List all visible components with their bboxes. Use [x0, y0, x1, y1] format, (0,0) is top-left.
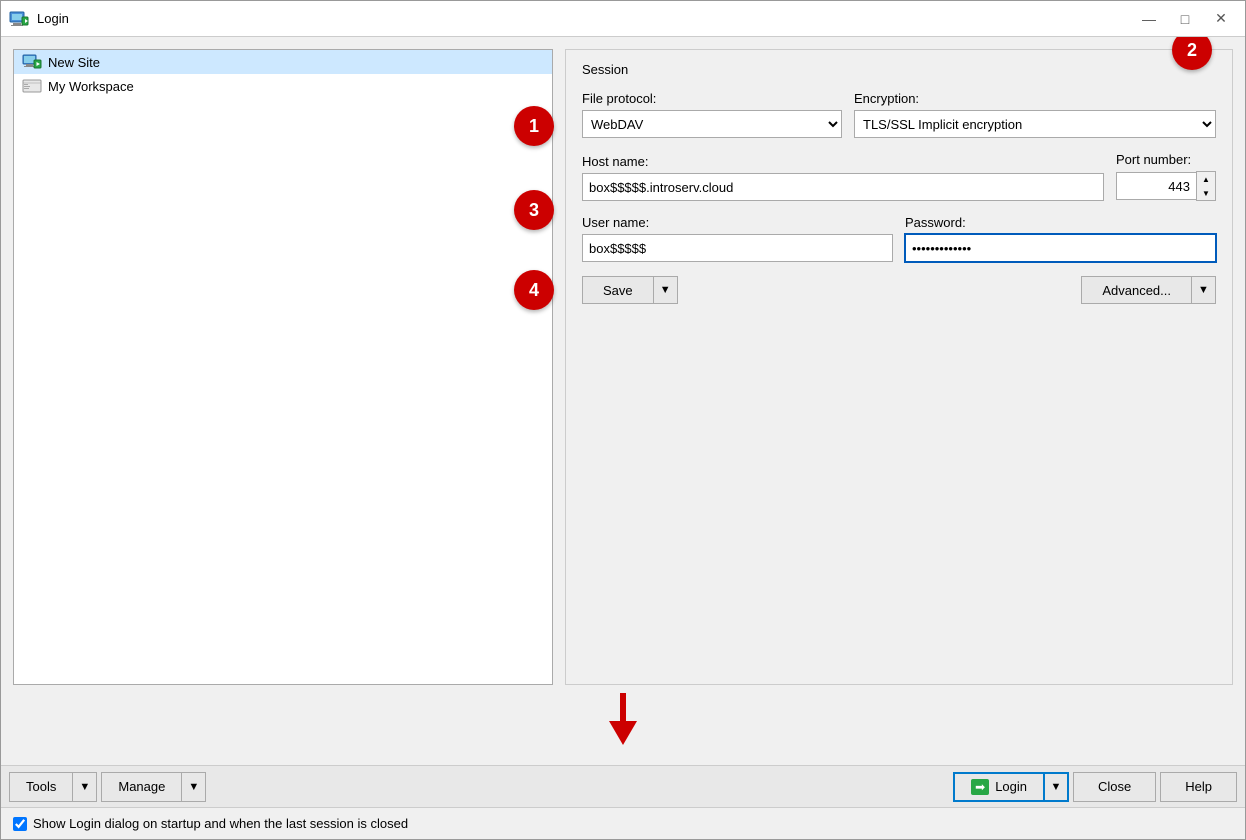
encryption-select[interactable]: TLS/SSL Implicit encryption No encryptio…: [854, 110, 1216, 138]
login-button[interactable]: ➡ Login: [953, 772, 1045, 802]
manage-dropdown-button[interactable]: ▼: [182, 772, 206, 802]
login-group: ➡ Login ▼: [953, 772, 1069, 802]
advanced-button[interactable]: Advanced...: [1081, 276, 1192, 304]
new-site-icon: [22, 54, 42, 70]
save-dropdown-button[interactable]: ▼: [654, 276, 678, 304]
advanced-dropdown-button[interactable]: ▼: [1192, 276, 1216, 304]
tools-group: Tools ▼: [9, 772, 97, 802]
upper-area: New Site My Workspace: [13, 49, 1233, 685]
manage-button[interactable]: Manage: [101, 772, 182, 802]
new-site-label: New Site: [48, 55, 100, 70]
password-input[interactable]: [905, 234, 1216, 262]
title-bar-left: Login: [9, 9, 69, 29]
arrow-area: [13, 693, 1233, 753]
window-title: Login: [37, 11, 69, 26]
port-spinners: ▲ ▼: [1196, 171, 1216, 201]
checkbox-bar: Show Login dialog on startup and when th…: [1, 807, 1245, 839]
main-content: New Site My Workspace: [1, 37, 1245, 765]
tree-item-my-workspace[interactable]: My Workspace: [14, 74, 552, 98]
host-name-label: Host name:: [582, 154, 1104, 169]
encryption-label: Encryption:: [854, 91, 1216, 106]
action-buttons-row: Save ▼ Advanced... ▼: [582, 276, 1216, 304]
advanced-btn-group: Advanced... ▼: [1081, 276, 1216, 304]
login-icon: ➡: [971, 779, 989, 795]
close-button[interactable]: Close: [1073, 772, 1156, 802]
my-workspace-label: My Workspace: [48, 79, 134, 94]
close-window-button[interactable]: ✕: [1205, 6, 1237, 32]
app-icon: [9, 9, 29, 29]
host-row: Host name: Port number: ▲ ▼: [582, 152, 1216, 201]
annotation-4: 4: [514, 270, 554, 310]
password-group: Password:: [905, 215, 1216, 262]
session-panel: 2 1 3 4 Session File proto: [565, 49, 1233, 685]
host-name-group: Host name:: [582, 154, 1104, 201]
encryption-group: Encryption: TLS/SSL Implicit encryption …: [854, 91, 1216, 138]
tree-item-new-site[interactable]: New Site: [14, 50, 552, 74]
arrow-head: [609, 721, 637, 745]
file-protocol-label: File protocol:: [582, 91, 842, 106]
user-name-input[interactable]: [582, 234, 893, 262]
file-protocol-select[interactable]: WebDAV FTP SFTP SCP S3: [582, 110, 842, 138]
credentials-row: User name: Password:: [582, 215, 1216, 262]
user-name-label: User name:: [582, 215, 893, 230]
port-input-wrapper: ▲ ▼: [1116, 171, 1216, 201]
site-tree-panel: New Site My Workspace: [13, 49, 553, 685]
login-dropdown-button[interactable]: ▼: [1045, 772, 1069, 802]
user-name-group: User name:: [582, 215, 893, 262]
show-login-dialog-checkbox[interactable]: [13, 817, 27, 831]
show-login-dialog-label: Show Login dialog on startup and when th…: [33, 816, 408, 831]
password-label: Password:: [905, 215, 1216, 230]
tools-button[interactable]: Tools: [9, 772, 73, 802]
bottom-toolbar: Tools ▼ Manage ▼ ➡ Login ▼ Close Help: [1, 765, 1245, 807]
port-number-group: Port number: ▲ ▼: [1116, 152, 1216, 201]
annotation-3: 3: [514, 190, 554, 230]
workspace-icon: [22, 78, 42, 94]
session-title: Session: [582, 62, 1216, 77]
save-button[interactable]: Save: [582, 276, 654, 304]
manage-group: Manage ▼: [101, 772, 206, 802]
minimize-button[interactable]: —: [1133, 6, 1165, 32]
window-controls: — □ ✕: [1133, 6, 1237, 32]
port-decrement-button[interactable]: ▼: [1197, 186, 1215, 200]
save-btn-group: Save ▼: [582, 276, 678, 304]
annotation-1: 1: [514, 106, 554, 146]
login-window: Login — □ ✕: [0, 0, 1246, 840]
port-increment-button[interactable]: ▲: [1197, 172, 1215, 186]
tools-dropdown-button[interactable]: ▼: [73, 772, 97, 802]
host-name-input[interactable]: [582, 173, 1104, 201]
file-protocol-group: File protocol: WebDAV FTP SFTP SCP S3: [582, 91, 842, 138]
port-number-label: Port number:: [1116, 152, 1216, 167]
help-button[interactable]: Help: [1160, 772, 1237, 802]
title-bar: Login — □ ✕: [1, 1, 1245, 37]
port-input[interactable]: [1116, 172, 1196, 200]
annotation-arrow: [609, 693, 637, 745]
arrow-shaft: [620, 693, 626, 721]
maximize-button[interactable]: □: [1169, 6, 1201, 32]
protocol-row: File protocol: WebDAV FTP SFTP SCP S3 En…: [582, 91, 1216, 138]
